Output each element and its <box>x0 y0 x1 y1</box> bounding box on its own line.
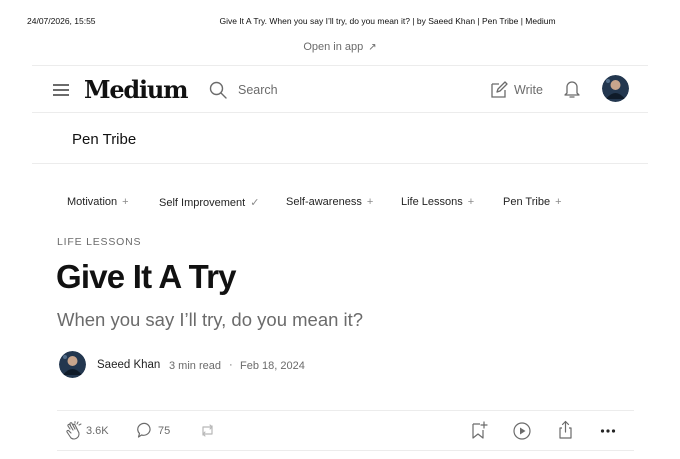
write-icon[interactable] <box>489 80 508 99</box>
bell-icon[interactable] <box>563 79 581 99</box>
tag-motivation[interactable]: Motivation + <box>67 196 129 208</box>
plus-icon: + <box>122 196 129 208</box>
hamburger-icon[interactable] <box>53 84 69 96</box>
publish-date: Feb 18, 2024 <box>240 360 305 372</box>
tag-label: Self Improvement <box>159 197 246 209</box>
check-icon: ✓ <box>250 197 260 209</box>
print-header: 24/07/2026, 15:55 Give It A Try. When yo… <box>0 16 680 28</box>
article-subtitle: When you say I’ll try, do you mean it? <box>57 309 364 330</box>
tag-life-lessons[interactable]: Life Lessons + <box>401 196 474 208</box>
tag-self-awareness[interactable]: Self-awareness + <box>286 196 373 208</box>
external-arrow-icon: ↗ <box>368 42 377 53</box>
search-icon[interactable] <box>209 81 227 99</box>
share-icon[interactable] <box>557 420 574 440</box>
more-icon[interactable] <box>600 425 616 437</box>
author-name-link[interactable]: Saeed Khan <box>97 359 160 371</box>
meta-separator: · <box>229 359 233 371</box>
read-time: 3 min read <box>169 360 221 372</box>
publication-bar: Pen Tribe <box>32 113 648 164</box>
bookmark-add-icon[interactable] <box>471 421 488 440</box>
medium-logo[interactable]: Medium <box>84 75 189 104</box>
open-in-app-link[interactable]: Open in app ↗ <box>0 41 680 53</box>
write-button[interactable]: Write <box>514 83 543 97</box>
article-title: Give It A Try <box>56 258 237 295</box>
tag-label: Pen Tribe <box>503 196 551 208</box>
plus-icon: + <box>555 196 562 208</box>
publication-name-link[interactable]: Pen Tribe <box>72 131 136 148</box>
clap-count: 3.6K <box>86 425 109 437</box>
article-kicker: LIFE LESSONS <box>57 236 142 248</box>
plus-icon: + <box>366 196 374 208</box>
comment-icon[interactable] <box>137 422 154 439</box>
repost-icon[interactable] <box>199 422 216 439</box>
search-input[interactable]: Search <box>238 83 278 97</box>
plus-icon: + <box>467 196 475 208</box>
comment-count: 75 <box>158 425 171 437</box>
tag-label: Life Lessons <box>401 196 463 208</box>
clap-icon[interactable] <box>65 421 83 440</box>
author-avatar[interactable] <box>59 351 86 378</box>
play-icon[interactable] <box>513 422 531 440</box>
tag-label: Motivation <box>67 196 118 208</box>
print-page-title: Give It A Try. When you say I’ll try, do… <box>219 16 556 26</box>
user-avatar[interactable] <box>602 75 629 102</box>
tag-label: Self-awareness <box>286 196 362 208</box>
open-in-app-label: Open in app <box>303 41 364 53</box>
article-action-bar: 3.6K 75 <box>57 410 634 451</box>
tag-self-improvement[interactable]: Self Improvement ✓ <box>159 196 259 209</box>
tag-pen-tribe[interactable]: Pen Tribe + <box>503 196 562 208</box>
top-navigation-bar: Medium Search Write <box>32 65 648 113</box>
